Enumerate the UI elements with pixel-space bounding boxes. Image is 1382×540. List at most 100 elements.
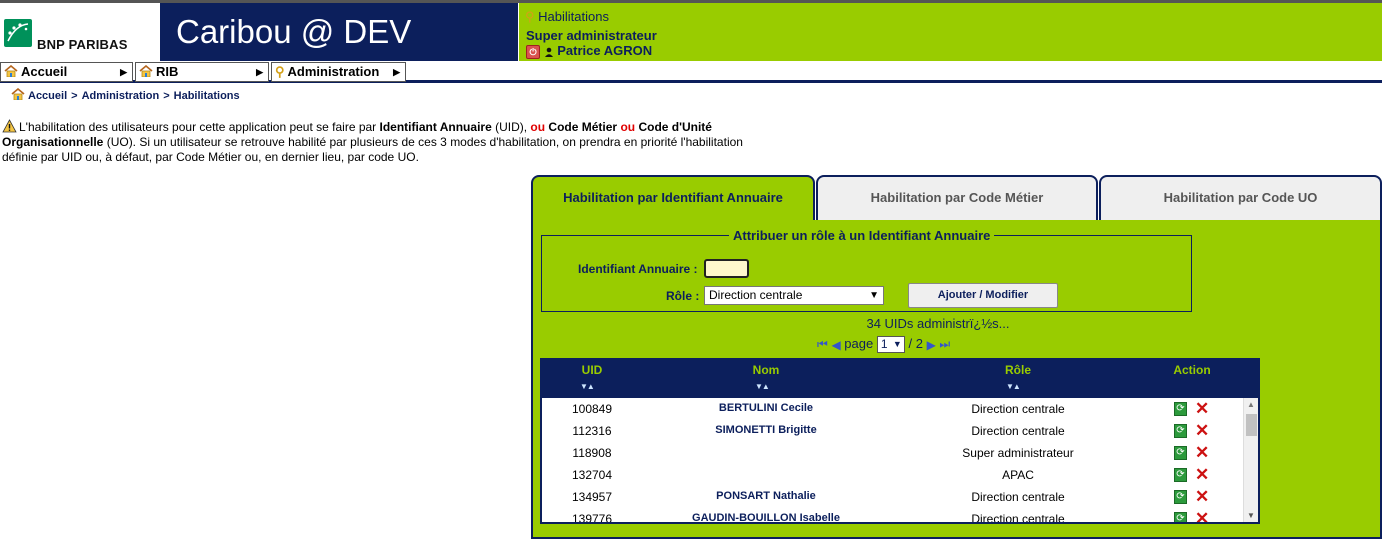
cell-role: Super administrateur: [962, 446, 1074, 460]
uid-label: Identifiant Annuaire :: [578, 262, 698, 276]
sort-icon[interactable]: ▼▲: [580, 382, 595, 391]
delete-icon[interactable]: ✕: [1195, 399, 1209, 419]
logout-icon[interactable]: ⏻: [526, 44, 540, 59]
submenu-arrow-icon: ▶: [393, 67, 400, 77]
edit-refresh-icon[interactable]: ⟳: [1174, 446, 1187, 460]
menu-item-accueil[interactable]: Accueil ▶: [0, 62, 133, 82]
column-header-action: Action: [1173, 363, 1211, 377]
table-header: UID ▼▲ Nom ▼▲ Rôle ▼▲ Action: [542, 360, 1258, 398]
prev-page-icon[interactable]: ◀: [831, 338, 840, 352]
page-label: page: [844, 336, 874, 351]
cell-uid: 134957: [571, 490, 613, 504]
page-select[interactable]: 1 ▼: [876, 336, 905, 354]
header: BNP PARIBAS Caribou @ DEV ⚲ Habilitation…: [0, 3, 1382, 61]
table-row: 139776 GAUDIN-BOUILLON Isabelle Directio…: [542, 508, 1242, 524]
app-title: Caribou @ DEV: [176, 13, 412, 50]
first-page-icon[interactable]: ⏮: [817, 337, 828, 352]
cell-role: Direction centrale: [971, 512, 1065, 524]
cell-uid: 132704: [571, 468, 613, 482]
warning-icon: [2, 119, 17, 133]
delete-icon[interactable]: ✕: [1195, 509, 1209, 522]
chevron-down-icon: ▼: [869, 290, 879, 301]
cell-role: Direction centrale: [971, 490, 1065, 504]
assign-role-form: Attribuer un rôle à un Identifiant Annua…: [541, 228, 1192, 312]
tab-code-uo[interactable]: Habilitation par Code UO: [1099, 175, 1382, 220]
page-current: 1: [880, 337, 888, 352]
menu-item-administration[interactable]: ⚲ Administration ▶: [271, 62, 406, 82]
user-icon: [544, 47, 553, 57]
table-row: 118908 Super administrateur ⟳ ✕: [542, 442, 1242, 464]
scroll-up-icon[interactable]: ▲: [1247, 400, 1255, 409]
cell-uid: 112316: [572, 424, 612, 438]
scroll-down-icon[interactable]: ▼: [1247, 511, 1255, 520]
column-header-role[interactable]: Rôle: [988, 363, 1048, 377]
notice-or: ou: [620, 120, 636, 134]
app-title-area: Caribou @ DEV: [160, 3, 518, 61]
role-selected-value: Direction centrale: [709, 288, 803, 302]
breadcrumb: Accueil > Administration > Habilitations: [11, 88, 240, 102]
brand-logo: BNP PARIBAS: [0, 3, 160, 61]
menu-label: Accueil: [21, 64, 68, 79]
scroll-thumb[interactable]: [1246, 414, 1257, 436]
cell-role: APAC: [1002, 468, 1034, 482]
notice-or: ou: [530, 120, 546, 134]
tab-identifiant-annuaire[interactable]: Habilitation par Identifiant Annuaire: [531, 175, 815, 222]
menu-label: Administration: [287, 64, 380, 79]
user-panel: ⚲ Habilitations Super administrateur ⏻ P…: [519, 3, 1382, 61]
edit-refresh-icon[interactable]: ⟳: [1174, 402, 1187, 416]
column-header-uid[interactable]: UID: [572, 363, 612, 377]
edit-refresh-icon[interactable]: ⟳: [1174, 424, 1187, 438]
delete-icon[interactable]: ✕: [1195, 443, 1209, 463]
breadcrumb-separator: >: [71, 90, 78, 102]
uid-input[interactable]: [704, 259, 749, 278]
info-notice: L'habilitation des utilisateurs pour cet…: [2, 119, 752, 165]
tab-panel: Attribuer un rôle à un Identifiant Annua…: [531, 220, 1382, 539]
brand-name: BNP PARIBAS: [37, 37, 128, 52]
notice-text: L'habilitation des utilisateurs pour cet…: [19, 120, 380, 134]
menu-bar: Accueil ▶ RIB ▶ ⚲ Administration ▶: [0, 61, 1382, 83]
table-scrollbar[interactable]: ▲ ▼: [1243, 398, 1258, 522]
menu-item-rib[interactable]: RIB ▶: [135, 62, 269, 82]
cell-role: Direction centrale: [971, 424, 1065, 438]
role-label: Rôle :: [666, 289, 700, 303]
edit-refresh-icon[interactable]: ⟳: [1174, 512, 1187, 522]
uid-count: 34 UIDs administrï¿½s...: [866, 316, 1010, 331]
add-modify-button[interactable]: Ajouter / Modifier: [908, 283, 1058, 308]
user-info: ⏻ Patrice AGRON: [526, 43, 652, 59]
table-row: 132704 APAC ⟳ ✕: [542, 464, 1242, 486]
role-select[interactable]: Direction centrale ▼: [704, 286, 884, 305]
user-name: Patrice AGRON: [557, 43, 653, 58]
uid-table: UID ▼▲ Nom ▼▲ Rôle ▼▲ Action 100849 BERT…: [540, 358, 1260, 524]
breadcrumb-accueil[interactable]: Accueil: [28, 90, 67, 102]
delete-icon[interactable]: ✕: [1195, 487, 1209, 507]
table-row: 134957 PONSART Nathalie Direction centra…: [542, 486, 1242, 508]
sort-icon[interactable]: ▼▲: [1006, 382, 1021, 391]
cell-nom: BERTULINI Cecile: [718, 402, 814, 414]
breadcrumb-administration[interactable]: Administration: [82, 90, 160, 102]
home-icon: [11, 88, 25, 100]
cell-uid: 139776: [571, 512, 613, 524]
column-header-nom[interactable]: Nom: [736, 363, 796, 377]
menu-label: RIB: [156, 64, 179, 79]
notice-text: (UID),: [491, 120, 531, 134]
bnp-stars-icon: [4, 19, 32, 47]
table-row: 100849 BERTULINI Cecile Direction centra…: [542, 398, 1242, 420]
delete-icon[interactable]: ✕: [1195, 421, 1209, 441]
next-page-icon[interactable]: ▶: [927, 338, 936, 352]
cell-nom: SIMONETTI Brigitte: [715, 424, 817, 436]
breadcrumb-separator: >: [163, 90, 170, 102]
notice-text: (UO). Si un utilisateur se retrouve habi…: [2, 135, 743, 164]
user-role: Super administrateur: [526, 28, 657, 43]
delete-icon[interactable]: ✕: [1195, 465, 1209, 485]
cell-uid: 118908: [572, 446, 612, 460]
last-page-icon[interactable]: ⏭: [939, 337, 950, 352]
keys-icon: ⚲: [525, 9, 535, 24]
sort-icon[interactable]: ▼▲: [755, 382, 770, 391]
notice-code-metier: Code Métier: [545, 120, 621, 134]
edit-refresh-icon[interactable]: ⟳: [1174, 490, 1187, 504]
cell-nom: GAUDIN-BOUILLON Isabelle: [692, 512, 840, 524]
cell-nom: PONSART Nathalie: [716, 490, 816, 502]
edit-refresh-icon[interactable]: ⟳: [1174, 468, 1187, 482]
tab-code-metier[interactable]: Habilitation par Code Métier: [816, 175, 1098, 220]
cell-role: Direction centrale: [971, 402, 1065, 416]
